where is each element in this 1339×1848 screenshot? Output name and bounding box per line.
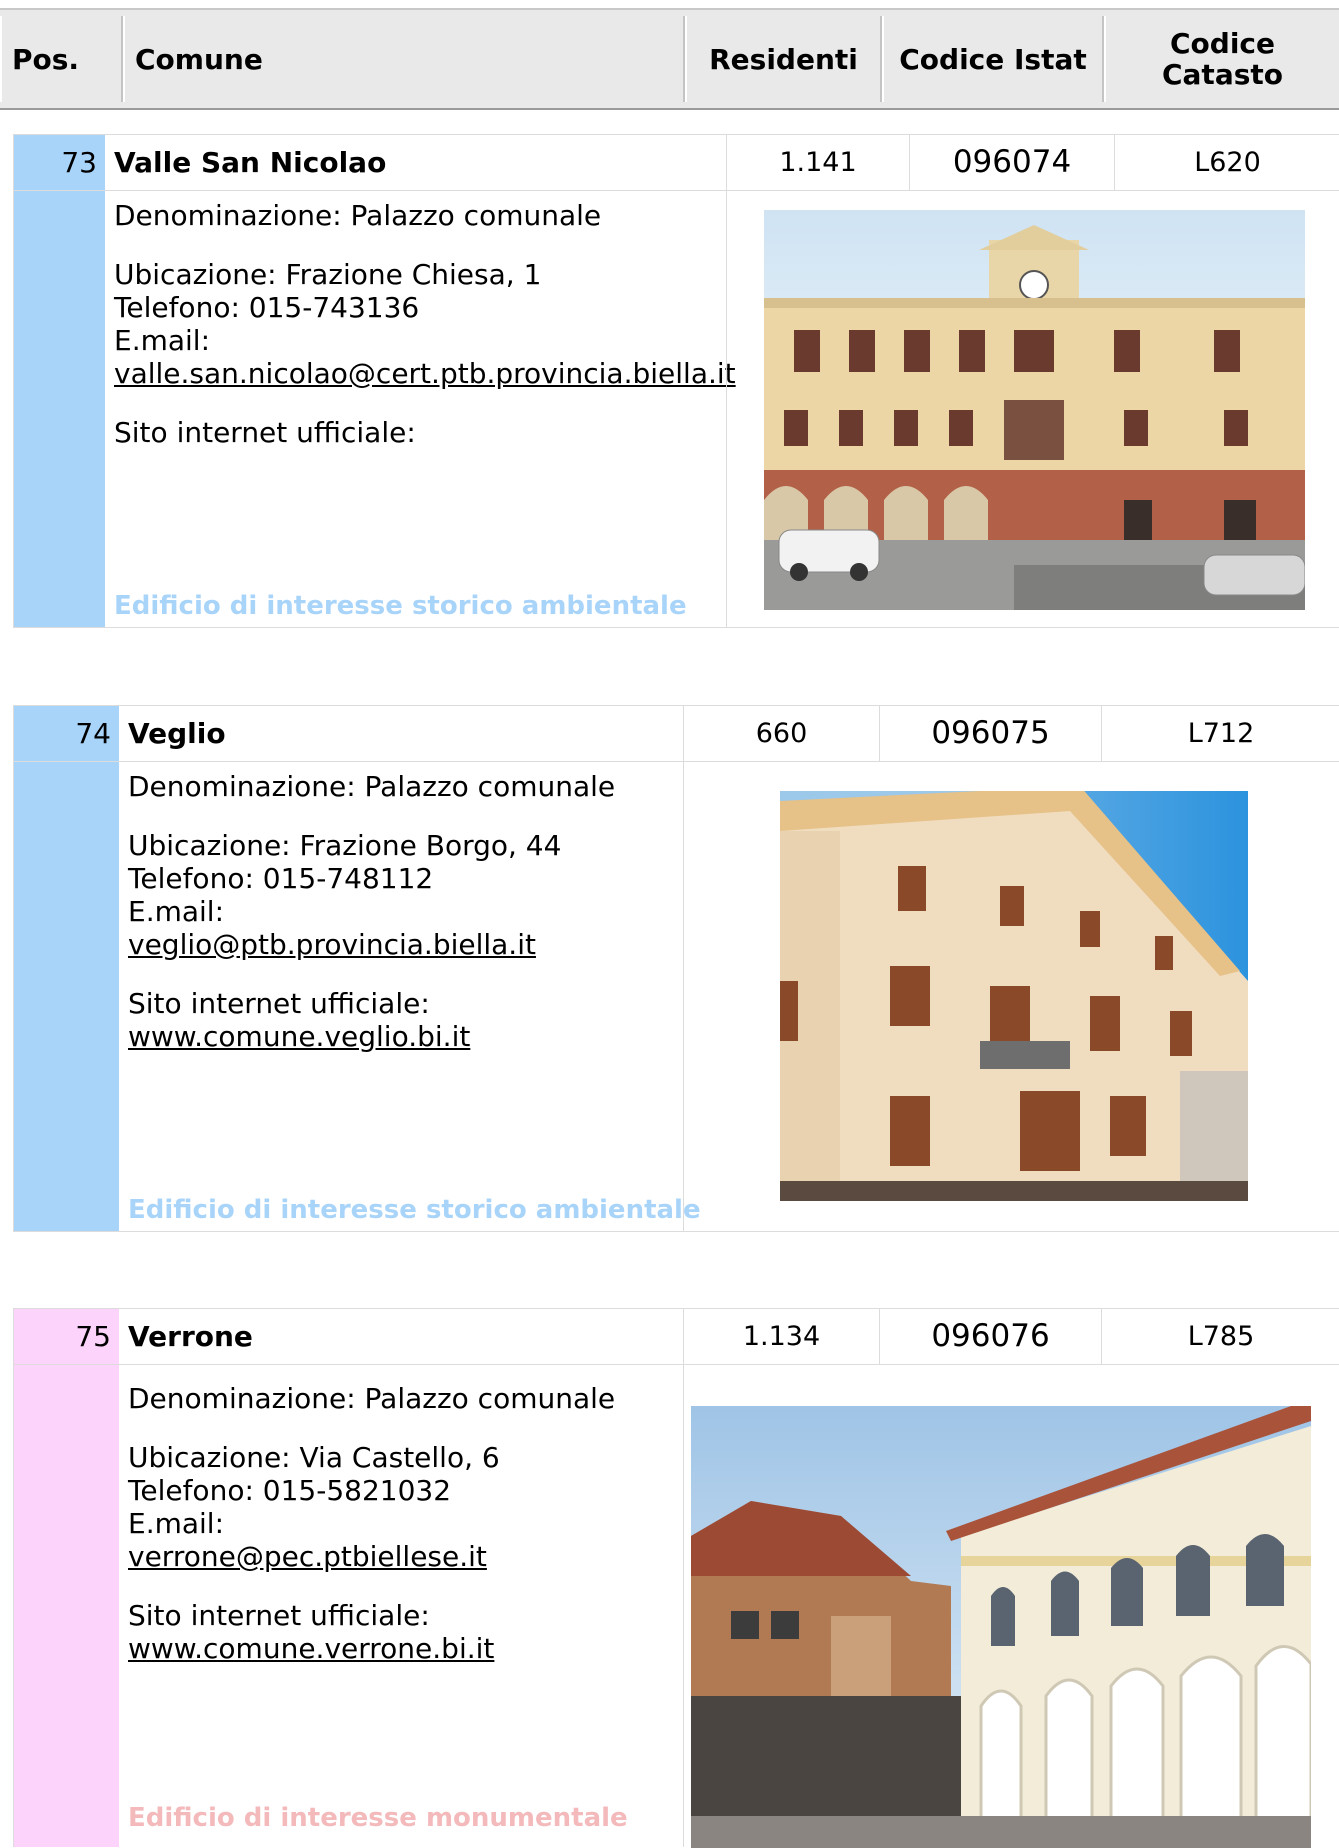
header-comune: Comune <box>123 16 685 102</box>
entry-codice-catasto: L712 <box>1101 706 1339 761</box>
entry-details: Denominazione: Palazzo comunale Ubicazio… <box>114 199 736 449</box>
entry-telefono: Telefono: 015-743136 <box>114 291 420 324</box>
entry-codice-istat: 096075 <box>879 706 1101 761</box>
header-codice-catasto-line1: Codice <box>1169 27 1275 60</box>
table-header: Pos. Comune Residenti Codice Istat Codic… <box>0 8 1339 110</box>
category-color-bar <box>14 135 105 627</box>
entry-name: Verrone <box>128 1320 253 1353</box>
entry-telefono: Telefono: 015-5821032 <box>128 1474 452 1507</box>
entry-category: Edificio di interesse storico ambientale <box>114 591 687 621</box>
header-codice-catasto-line2: Catasto <box>1161 58 1283 91</box>
entry-sito-label: Sito internet ufficiale: <box>114 416 416 449</box>
entry-ubicazione: Ubicazione: Via Castello, 6 <box>128 1441 500 1474</box>
entry-denominazione: Denominazione: Palazzo comunale <box>114 199 602 232</box>
town-hall-photo <box>764 210 1305 610</box>
entry-residenti: 1.141 <box>726 135 909 190</box>
entry-sito-label: Sito internet ufficiale: <box>128 1599 430 1632</box>
comune-entry: 73 Valle San Nicolao 1.141 096074 L620 D… <box>13 134 1339 628</box>
header-pos: Pos. <box>0 16 123 102</box>
category-color-bar <box>14 706 119 1231</box>
entry-residenti: 660 <box>683 706 879 761</box>
entry-telefono: Telefono: 015-748112 <box>128 862 434 895</box>
town-hall-photo <box>691 1406 1311 1848</box>
entry-category: Edificio di interesse monumentale <box>128 1803 628 1833</box>
comune-entry: 75 Verrone 1.134 096076 L785 Denominazio… <box>13 1308 1339 1848</box>
header-codice-istat: Codice Istat <box>882 16 1104 102</box>
entry-summary-row: 74 Veglio 660 096075 L712 <box>14 706 1339 762</box>
entry-codice-istat: 096076 <box>879 1309 1101 1364</box>
entry-sito-label: Sito internet ufficiale: <box>128 987 430 1020</box>
entry-codice-catasto: L620 <box>1114 135 1339 190</box>
entry-position: 73 <box>61 146 97 179</box>
entry-email-label: E.mail: <box>128 1507 225 1540</box>
entry-codice-catasto: L785 <box>1101 1309 1339 1364</box>
entry-email-link[interactable]: valle.san.nicolao@cert.ptb.provincia.bie… <box>114 357 736 390</box>
entry-details: Denominazione: Palazzo comunale Ubicazio… <box>128 770 615 1053</box>
header-residenti: Residenti <box>685 16 882 102</box>
entry-name: Valle San Nicolao <box>114 146 387 179</box>
entry-email-label: E.mail: <box>128 895 225 928</box>
town-hall-photo <box>780 791 1248 1201</box>
entry-position: 75 <box>75 1320 111 1353</box>
entry-email-link[interactable]: verrone@pec.ptbiellese.it <box>128 1540 487 1573</box>
entry-codice-istat: 096074 <box>909 135 1114 190</box>
entry-email-link[interactable]: veglio@ptb.provincia.biella.it <box>128 928 536 961</box>
entry-details: Denominazione: Palazzo comunale Ubicazio… <box>128 1382 615 1665</box>
entry-residenti: 1.134 <box>683 1309 879 1364</box>
entry-category: Edificio di interesse storico ambientale <box>128 1195 701 1225</box>
entry-ubicazione: Ubicazione: Frazione Borgo, 44 <box>128 829 562 862</box>
entry-summary-row: 73 Valle San Nicolao 1.141 096074 L620 <box>14 135 1339 191</box>
entry-sito-link[interactable]: www.comune.veglio.bi.it <box>128 1020 470 1053</box>
entry-name: Veglio <box>128 717 226 750</box>
entry-summary-row: 75 Verrone 1.134 096076 L785 <box>14 1309 1339 1365</box>
entry-denominazione: Denominazione: Palazzo comunale <box>128 770 616 803</box>
entry-email-label: E.mail: <box>114 324 211 357</box>
category-color-bar <box>14 1309 119 1847</box>
comune-entry: 74 Veglio 660 096075 L712 Denominazione:… <box>13 705 1339 1232</box>
entry-sito-link[interactable]: www.comune.verrone.bi.it <box>128 1632 494 1665</box>
entry-ubicazione: Ubicazione: Frazione Chiesa, 1 <box>114 258 542 291</box>
entry-position: 74 <box>75 717 111 750</box>
header-codice-catasto: Codice Catasto <box>1104 16 1339 102</box>
entry-denominazione: Denominazione: Palazzo comunale <box>128 1382 616 1415</box>
